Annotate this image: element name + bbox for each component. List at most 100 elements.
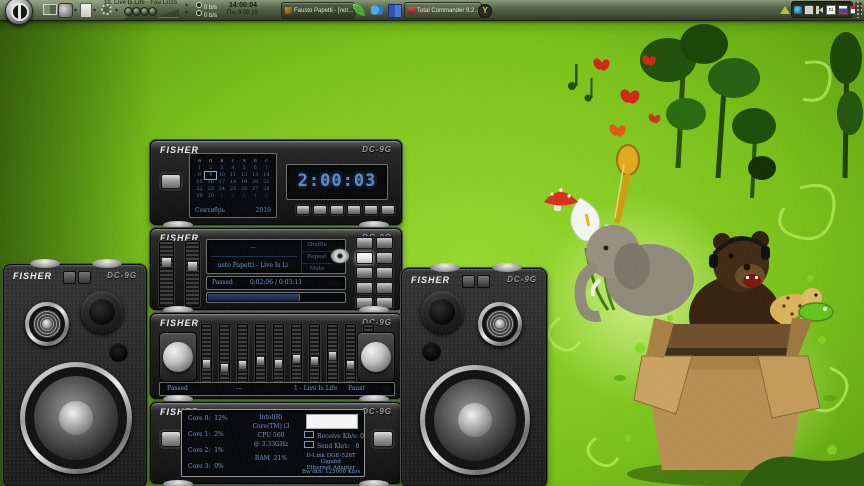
- repeat-button[interactable]: Repeat: [302, 252, 332, 264]
- slider-handle[interactable]: [346, 360, 355, 370]
- clock-unit-button[interactable]: [347, 205, 361, 215]
- clock-unit-button[interactable]: [381, 205, 395, 215]
- calendar-day[interactable]: 16: [205, 179, 216, 186]
- slider-handle[interactable]: [202, 359, 211, 369]
- eq-band-slider[interactable]: [201, 324, 212, 388]
- calendar-day[interactable]: 13: [250, 172, 261, 179]
- calendar-day[interactable]: 25: [227, 186, 238, 193]
- calendar-day[interactable]: 15: [194, 179, 205, 186]
- player-grid-button[interactable]: [376, 267, 393, 279]
- display-icon[interactable]: [804, 5, 814, 15]
- player-grid-button[interactable]: [356, 282, 373, 294]
- start-menu-button[interactable]: [5, 0, 33, 25]
- calendar-day[interactable]: 26: [239, 186, 250, 193]
- butterfly-launcher-icon[interactable]: [371, 4, 383, 16]
- calendar-day[interactable]: 1: [194, 165, 205, 172]
- clock-unit-button[interactable]: [330, 205, 344, 215]
- calendar-day[interactable]: 5: [239, 165, 250, 172]
- calendar-day[interactable]: 9: [205, 172, 216, 179]
- calendar-day[interactable]: 4: [250, 193, 261, 200]
- clock-unit-button[interactable]: [313, 205, 327, 215]
- chevron-down-icon[interactable]: ▼: [73, 8, 78, 14]
- calendar-day[interactable]: 7: [261, 165, 272, 172]
- mute-button[interactable]: Mute: [302, 264, 332, 275]
- eq-band-slider[interactable]: [309, 324, 320, 388]
- calendar-day[interactable]: 8: [194, 172, 205, 179]
- clock-unit-button[interactable]: [296, 205, 310, 215]
- speaker-volume-icon[interactable]: [816, 6, 824, 14]
- slider-handle[interactable]: [328, 351, 337, 361]
- slider-handle[interactable]: [220, 363, 229, 373]
- calendar-day[interactable]: 2: [227, 193, 238, 200]
- calendar-day[interactable]: 6: [250, 165, 261, 172]
- slider-handle[interactable]: [274, 359, 283, 369]
- player-grid-button[interactable]: [376, 252, 393, 264]
- calendar-day[interactable]: 19: [239, 179, 250, 186]
- slider-handle[interactable]: [187, 261, 198, 272]
- player-grid-button[interactable]: [356, 252, 373, 264]
- task-button-player[interactable]: Fausto Papetti - [not…: [281, 2, 355, 19]
- chevron-down-icon[interactable]: ▼: [114, 8, 119, 14]
- workspace-pager-icon[interactable]: [43, 4, 57, 15]
- panel-knob-button[interactable]: [148, 7, 157, 16]
- player-slider[interactable]: [185, 241, 200, 307]
- task-button-total-commander[interactable]: Total Commander 9.2…: [404, 2, 482, 19]
- calendar-day[interactable]: 2: [205, 165, 216, 172]
- calendar-day[interactable]: 20: [250, 179, 261, 186]
- player-slider[interactable]: [159, 241, 174, 307]
- calendar-day[interactable]: 17: [216, 179, 227, 186]
- gimp-icon[interactable]: [58, 3, 73, 18]
- eq-band-slider[interactable]: [255, 324, 266, 388]
- calendar-day[interactable]: 14: [261, 172, 272, 179]
- slider-handle[interactable]: [292, 354, 301, 364]
- volume-slider[interactable]: [157, 9, 179, 17]
- calendar-day[interactable]: 10: [216, 172, 227, 179]
- calendar-day[interactable]: 1: [216, 193, 227, 200]
- eq-band-slider[interactable]: [345, 324, 356, 388]
- calendar-day[interactable]: 3: [216, 165, 227, 172]
- calendar-day[interactable]: 12: [239, 172, 250, 179]
- calendar-day[interactable]: 27: [250, 186, 261, 193]
- player-grid-button[interactable]: [376, 282, 393, 294]
- monitor-right-button[interactable]: [373, 431, 393, 447]
- taskbar-date[interactable]: Пн, 9 09 19: [227, 10, 258, 16]
- y-badge-icon[interactable]: Y: [478, 4, 492, 18]
- taskbar-clock[interactable]: 14:00:04: [229, 2, 257, 9]
- calendar-day[interactable]: 28: [261, 186, 272, 193]
- calendar-day[interactable]: 11: [227, 172, 238, 179]
- scroll-up-icon[interactable]: ▲: [184, 3, 189, 8]
- editor-icon[interactable]: [80, 3, 92, 18]
- calendar-day[interactable]: 4: [227, 165, 238, 172]
- slider-handle[interactable]: [256, 356, 265, 366]
- seek-bar[interactable]: [206, 292, 346, 303]
- calendar-day[interactable]: 21: [261, 179, 272, 186]
- slider-handle[interactable]: [238, 360, 247, 370]
- volume-knob[interactable]: [361, 342, 391, 372]
- shuffle-button[interactable]: Shuffle: [302, 240, 332, 252]
- scroll-down-icon[interactable]: ▼: [184, 11, 189, 16]
- calendar-day[interactable]: 3: [239, 193, 250, 200]
- tray-app-icon[interactable]: [794, 6, 802, 14]
- eq-band-slider[interactable]: [327, 324, 338, 388]
- calendar-day[interactable]: 5: [261, 193, 272, 200]
- calendar-day[interactable]: 23: [205, 186, 216, 193]
- clock-unit-button[interactable]: [364, 205, 378, 215]
- player-grid-button[interactable]: [376, 237, 393, 249]
- eq-band-slider[interactable]: [237, 324, 248, 388]
- calendar-day[interactable]: 29: [194, 193, 205, 200]
- calendar-day[interactable]: 24: [216, 186, 227, 193]
- eq-band-slider[interactable]: [219, 324, 230, 388]
- book-launcher-icon[interactable]: [388, 4, 402, 18]
- flag-layout-icon[interactable]: [838, 5, 848, 15]
- calendar-day[interactable]: 30: [205, 193, 216, 200]
- keyboard-layout-icon[interactable]: ru: [826, 5, 836, 15]
- eq-band-slider[interactable]: [291, 324, 302, 388]
- slider-handle[interactable]: [310, 356, 319, 366]
- monitor-left-button[interactable]: [161, 431, 181, 447]
- slider-handle[interactable]: [161, 257, 172, 268]
- balance-knob[interactable]: [163, 342, 193, 372]
- player-grid-button[interactable]: [356, 237, 373, 249]
- calendar-day[interactable]: 22: [194, 186, 205, 193]
- panel-grip-handle[interactable]: [855, 2, 862, 18]
- unit-power-button[interactable]: [161, 174, 181, 189]
